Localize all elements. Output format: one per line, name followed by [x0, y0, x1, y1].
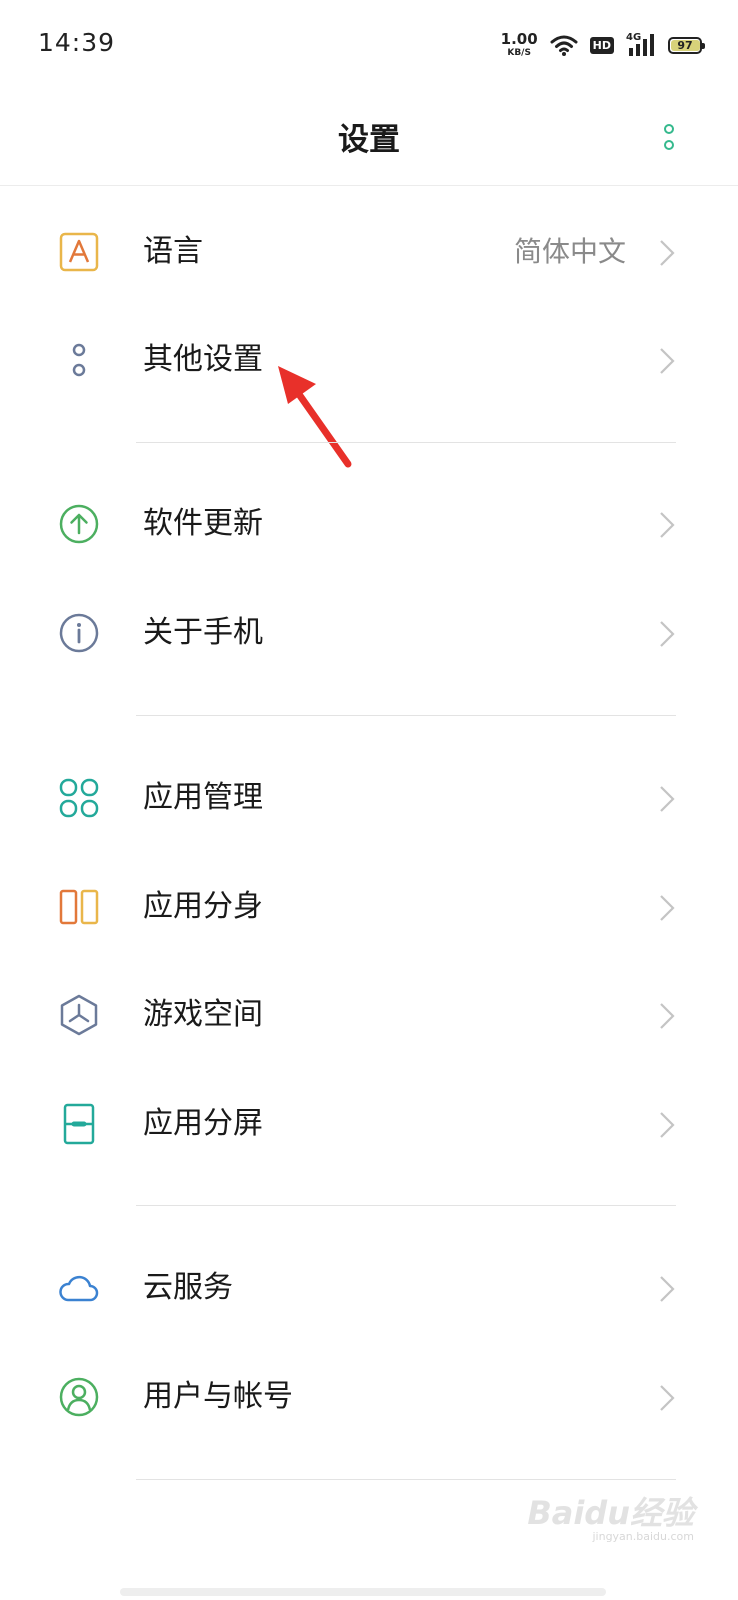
settings-item-app-management[interactable]: 应用管理	[0, 744, 738, 852]
update-icon	[59, 504, 99, 544]
settings-item-about[interactable]: 关于手机	[0, 579, 738, 687]
chevron-right-icon	[660, 240, 675, 266]
settings-item-other[interactable]: 其他设置	[0, 306, 738, 414]
settings-item-label: 关于手机	[143, 615, 263, 650]
settings-item-language[interactable]: 语言 简体中文	[0, 198, 738, 306]
settings-item-label: 应用分屏	[143, 1106, 263, 1141]
chevron-right-icon	[660, 348, 675, 374]
chevron-right-icon	[660, 786, 675, 812]
battery-icon: 97	[668, 36, 705, 54]
divider	[136, 1205, 676, 1206]
network-speed-value: 1.00	[500, 30, 538, 48]
status-bar: 14:39 1.00 KB/S HD 4G 97	[0, 0, 738, 90]
divider	[136, 715, 676, 716]
app-clone-icon	[59, 889, 99, 925]
chevron-right-icon	[660, 512, 675, 538]
split-screen-icon	[63, 1103, 95, 1145]
network-speed-unit: KB/S	[507, 48, 531, 58]
settings-item-label: 云服务	[143, 1270, 233, 1305]
info-icon	[59, 613, 99, 653]
signal-icon: 4G	[626, 33, 656, 57]
home-indicator[interactable]	[120, 1588, 606, 1596]
baidu-watermark: Baidu经验 jingyan.baidu.com	[527, 1496, 694, 1544]
status-time: 14:39	[38, 28, 116, 57]
settings-item-split-screen[interactable]: 应用分屏	[0, 1070, 738, 1178]
settings-item-label: 应用分身	[143, 889, 263, 924]
divider	[136, 1479, 676, 1480]
status-icons: 1.00 KB/S HD 4G 97	[501, 28, 705, 62]
settings-item-label: 其他设置	[143, 342, 263, 377]
settings-item-cloud[interactable]: 云服务	[0, 1234, 738, 1342]
language-value: 简体中文	[513, 235, 626, 268]
chevron-right-icon	[660, 895, 675, 921]
settings-item-label: 游戏空间	[143, 997, 263, 1032]
settings-item-update[interactable]: 软件更新	[0, 470, 738, 578]
battery-level: 97	[677, 38, 693, 52]
title-bar: 设置	[0, 90, 738, 186]
hd-icon: HD	[589, 36, 614, 54]
chevron-right-icon	[660, 1276, 675, 1302]
app-management-icon	[59, 778, 99, 818]
watermark-sub: jingyan.baidu.com	[592, 1530, 694, 1543]
chevron-right-icon	[660, 1385, 675, 1411]
more-vertical-icon[interactable]	[650, 114, 688, 160]
settings-item-label: 应用管理	[143, 780, 263, 815]
chevron-right-icon	[660, 621, 675, 647]
settings-item-label: 用户与帐号	[143, 1379, 293, 1414]
settings-item-label: 语言	[143, 234, 203, 269]
network-speed: 1.00 KB/S	[501, 32, 538, 58]
settings-item-game-space[interactable]: 游戏空间	[0, 961, 738, 1069]
cloud-icon	[59, 1275, 99, 1302]
user-account-icon	[59, 1377, 99, 1417]
settings-item-app-clone[interactable]: 应用分身	[0, 853, 738, 961]
game-space-icon	[60, 994, 98, 1036]
language-icon	[59, 232, 99, 272]
chevron-right-icon	[660, 1112, 675, 1138]
watermark-main: Baidu经验	[527, 1494, 694, 1532]
settings-item-label: 软件更新	[143, 506, 263, 541]
settings-item-account[interactable]: 用户与帐号	[0, 1343, 738, 1451]
wifi-icon	[550, 35, 578, 56]
chevron-right-icon	[660, 1003, 675, 1029]
more-options-icon	[72, 343, 86, 377]
page-title: 设置	[338, 122, 400, 158]
divider	[136, 442, 676, 443]
